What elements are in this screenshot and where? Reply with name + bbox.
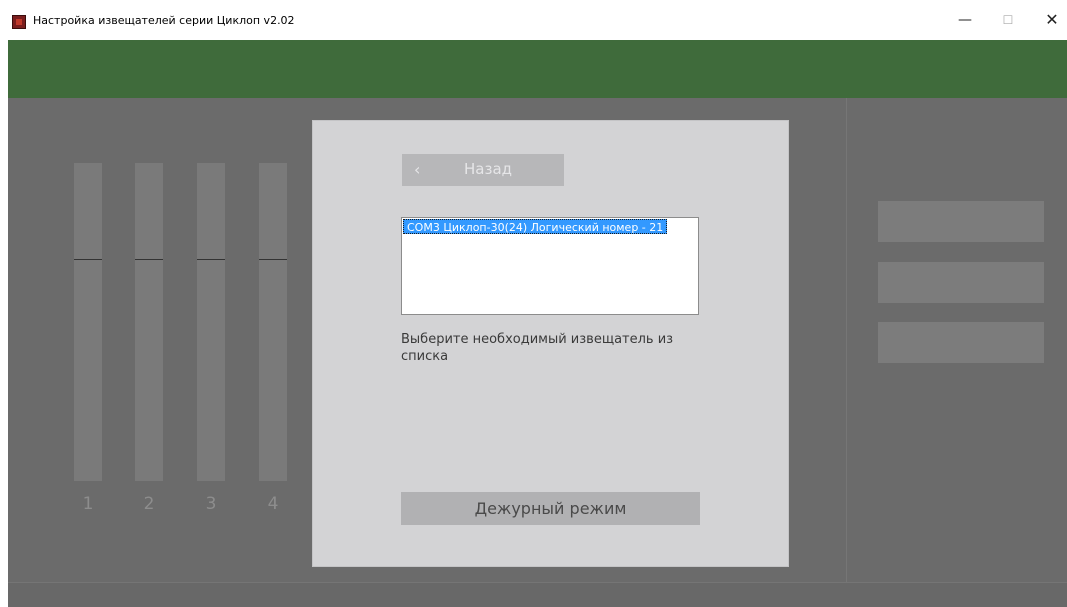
channel-label-2: 2 bbox=[143, 494, 155, 514]
instruction-text: Выберите необходимый извещатель из списк… bbox=[401, 332, 674, 364]
status-bar bbox=[8, 582, 1067, 607]
back-button-label: Назад bbox=[464, 160, 513, 178]
slider-threshold-line bbox=[135, 259, 163, 260]
window-left-edge bbox=[0, 40, 8, 607]
title-bar: Настройка извещателей серии Циклоп v2.02… bbox=[0, 0, 1067, 40]
channel-slider-1[interactable] bbox=[74, 163, 102, 481]
maximize-button[interactable]: ☐ bbox=[993, 8, 1023, 32]
channel-label-3: 3 bbox=[205, 494, 217, 514]
channel-slider-3[interactable] bbox=[197, 163, 225, 481]
device-select-dialog: ‹ Назад COM3 Циклоп-30(24) Логический но… bbox=[312, 120, 789, 567]
channel-slider-2[interactable] bbox=[135, 163, 163, 481]
list-item[interactable]: COM3 Циклоп-30(24) Логический номер - 21 bbox=[403, 219, 668, 234]
chevron-left-icon: ‹ bbox=[414, 160, 421, 179]
app-window: Настройка извещателей серии Циклоп v2.02… bbox=[0, 0, 1067, 607]
header-bar bbox=[8, 40, 1067, 98]
right-panel-divider bbox=[846, 98, 847, 582]
side-button-2[interactable] bbox=[878, 262, 1044, 303]
minimize-button[interactable]: — bbox=[950, 8, 980, 32]
side-button-3[interactable] bbox=[878, 322, 1044, 363]
slider-threshold-line bbox=[259, 259, 287, 260]
channel-label-4: 4 bbox=[267, 494, 279, 514]
app-logo-icon bbox=[12, 15, 26, 29]
duty-mode-button[interactable]: Дежурный режим bbox=[401, 492, 700, 525]
back-button[interactable]: ‹ Назад bbox=[402, 154, 564, 186]
channel-label-1: 1 bbox=[82, 494, 94, 514]
channel-slider-4[interactable] bbox=[259, 163, 287, 481]
close-button[interactable]: ✕ bbox=[1037, 8, 1067, 32]
device-listbox[interactable]: COM3 Циклоп-30(24) Логический номер - 21 bbox=[401, 217, 699, 315]
slider-threshold-line bbox=[197, 259, 225, 260]
slider-threshold-line bbox=[74, 259, 102, 260]
side-button-1[interactable] bbox=[878, 201, 1044, 242]
window-title: Настройка извещателей серии Циклоп v2.02 bbox=[33, 14, 295, 27]
